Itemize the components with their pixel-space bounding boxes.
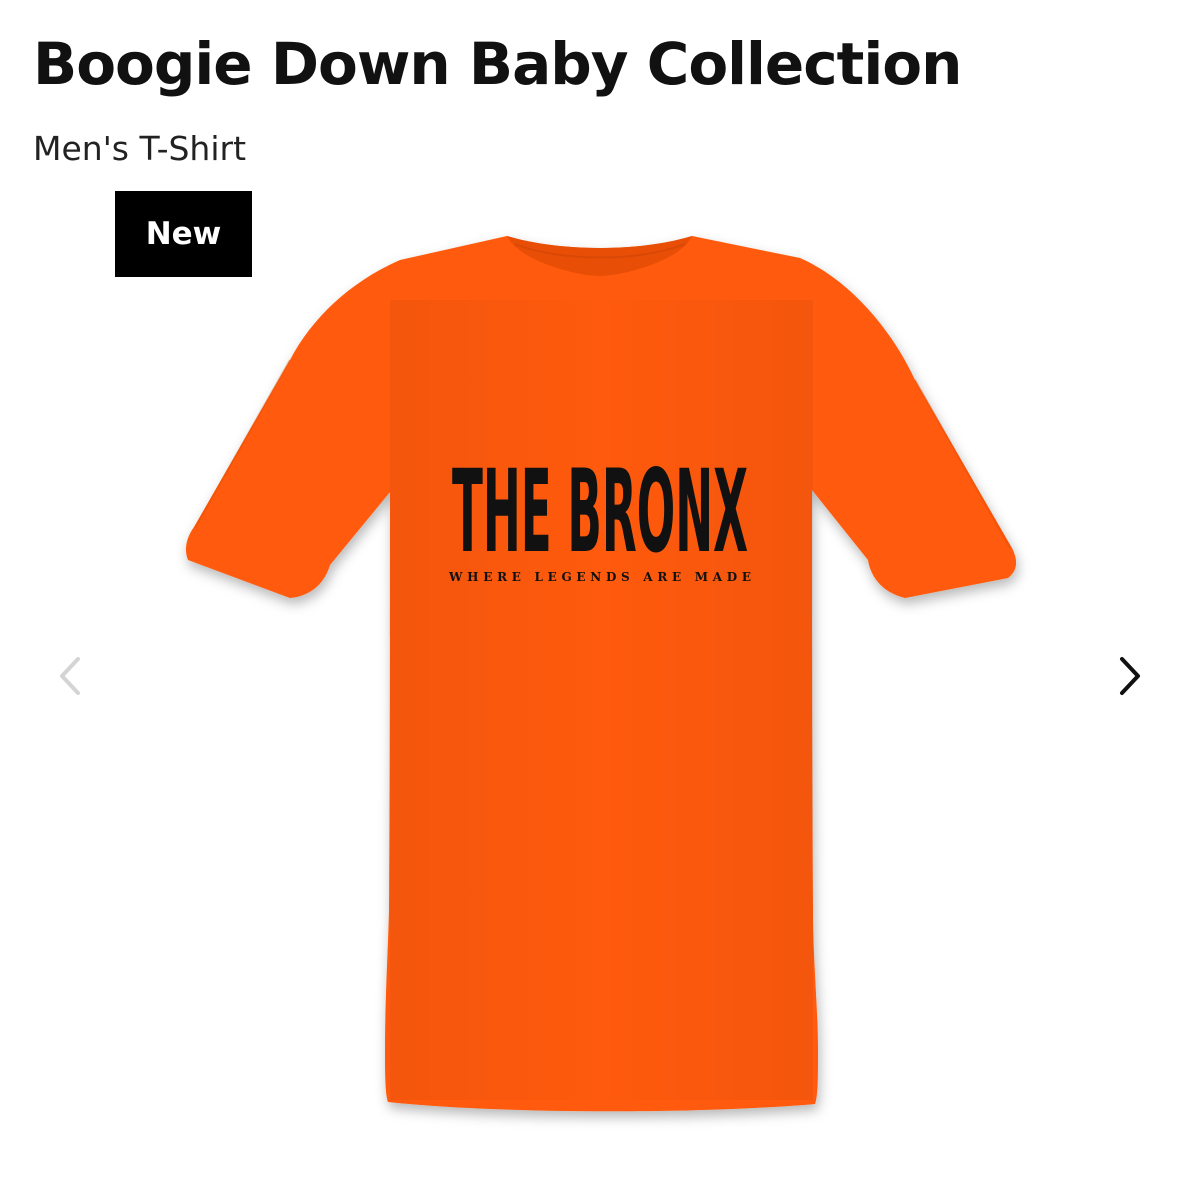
product-image: THE BRONX WHERE LEGENDS ARE MADE xyxy=(186,236,1017,1112)
product-image-carousel: THE BRONX WHERE LEGENDS ARE MADE xyxy=(0,0,1200,1200)
t-shirt-illustration xyxy=(186,236,1017,1112)
new-badge: New xyxy=(115,191,252,277)
print-headline: THE BRONX xyxy=(452,445,748,578)
product-subtitle: Men's T-Shirt xyxy=(33,129,247,168)
shirt-shading xyxy=(390,300,813,1100)
chevron-right-icon xyxy=(1120,657,1140,695)
previous-image-button[interactable] xyxy=(40,646,100,706)
t-shirt-collar xyxy=(507,236,692,276)
right-sleeve-seam xyxy=(914,379,1011,549)
left-sleeve-seam xyxy=(194,359,291,529)
chevron-left-icon xyxy=(60,657,80,695)
product-title: Boogie Down Baby Collection xyxy=(33,30,962,98)
collar-seam xyxy=(514,243,686,259)
t-shirt-body xyxy=(186,236,1017,1112)
print-tagline: WHERE LEGENDS ARE MADE xyxy=(448,570,751,584)
next-image-button[interactable] xyxy=(1100,646,1160,706)
